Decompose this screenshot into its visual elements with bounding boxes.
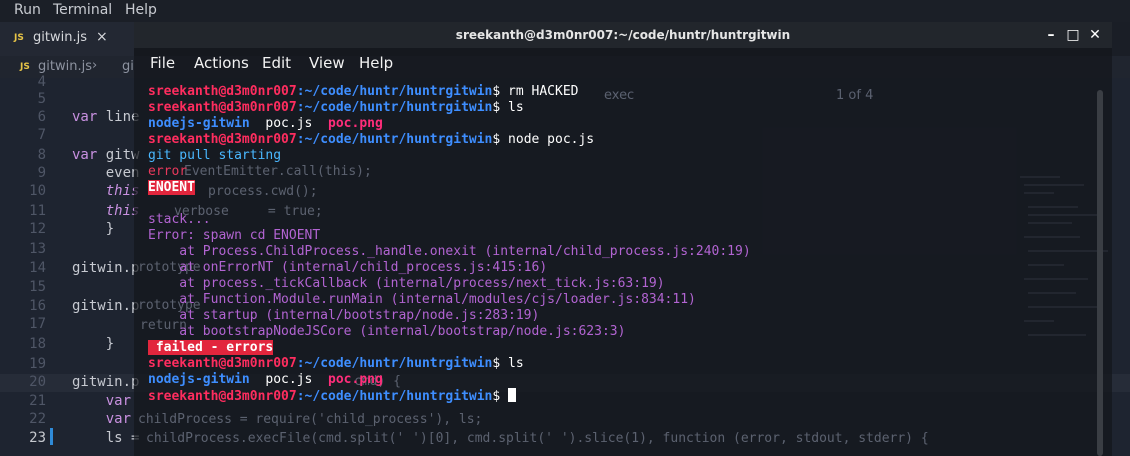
terminal-line: sreekanth@d3m0nr007:~/code/huntr/huntrgi… [148,100,524,115]
tab-gitwin-js[interactable]: JS gitwin.js × [0,22,134,56]
failed-badge: failed - errors [148,340,274,355]
terminal-window[interactable]: sreekanth@d3m0nr007:~/code/huntr/huntrgi… [134,22,1112,456]
code-line: } [72,336,115,352]
code-line: this [72,183,140,199]
terminal-line: error [148,164,188,179]
code-line: var gitw [72,147,140,163]
code-line: gitwin.p [72,298,140,314]
text-cursor [508,388,517,402]
code-line: this [72,203,140,219]
line-number: 9 [37,165,46,181]
close-icon[interactable]: × [96,29,108,45]
terminal-line: ENOENT [148,180,195,196]
menu-help[interactable]: Help [359,54,393,72]
line-number: 17 [29,316,46,332]
tab-label: gitwin.js [33,30,87,45]
menu-file[interactable]: File [150,54,175,72]
terminal-line: at startup (internal/bootstrap/node.js:2… [148,308,540,323]
code-line: ls = [72,430,140,446]
menu-terminal[interactable]: Terminal [53,0,112,20]
terminal-line: at process._tickCallback (internal/proce… [148,276,665,291]
menu-edit[interactable]: Edit [262,54,291,72]
terminal-prompt[interactable]: sreekanth@d3m0nr007:~/code/huntr/huntrgi… [148,388,517,404]
line-number: 11 [29,203,46,219]
code-line: } [72,221,115,237]
maximize-window-icon[interactable]: □ [1064,22,1082,48]
line-number: 22 [29,411,46,427]
menu-help[interactable]: Help [125,0,157,20]
line-number: 15 [29,279,46,295]
js-file-icon: JS [20,62,30,72]
terminal-line: sreekanth@d3m0nr007:~/code/huntr/huntrgi… [148,356,524,371]
terminal-line: at Function.Module.runMain (internal/mod… [148,292,696,307]
terminal-line: at Process.ChildProcess._handle.onexit (… [148,244,751,259]
code-line: gitwin.p [72,260,140,276]
breadcrumb-symbol[interactable]: gi [122,59,134,74]
vscode-menubar: Run Terminal Help [0,0,1130,22]
error-badge: ENOENT [148,180,195,195]
minimize-window-icon[interactable]: – [1042,22,1060,48]
menu-actions[interactable]: Actions [194,54,249,72]
line-number: 23 [29,430,46,446]
code-line: gitwin.p [72,374,140,390]
code-line: var [72,411,132,427]
terminal-line: at onErrorNT (internal/child_process.js:… [148,260,548,275]
terminal-line: nodejs-gitwin poc.js poc.png [148,116,383,131]
breadcrumb-file[interactable]: gitwin.js [38,59,92,74]
code-line: var [72,393,132,409]
line-number: 12 [29,221,46,237]
window-title: sreekanth@d3m0nr007:~/code/huntr/huntrgi… [455,28,791,42]
line-number: 19 [29,356,46,372]
modified-line-indicator [50,428,53,445]
line-number: 21 [29,393,46,409]
terminal-title-bar[interactable]: sreekanth@d3m0nr007:~/code/huntr/huntrgi… [134,22,1112,48]
line-number: 6 [37,109,46,125]
terminal-line: stack... [148,212,211,227]
close-window-icon[interactable]: ✕ [1086,22,1104,48]
code-line: even [72,165,140,181]
line-number: 4 [37,74,46,90]
line-number: 16 [29,298,46,314]
terminal-line: failed - errors [148,340,274,356]
line-number: 5 [37,91,46,107]
terminal-line: nodejs-gitwin poc.js poc.png [148,372,383,387]
terminal-line: sreekanth@d3m0nr007:~/code/huntr/huntrgi… [148,132,595,147]
line-number: 13 [29,241,46,257]
terminal-line: git pull starting [148,148,282,163]
line-number: 18 [29,336,46,352]
line-number: 8 [37,147,46,163]
line-number: 14 [29,260,46,276]
terminal-line: at bootstrapNodeJSCore (internal/bootstr… [148,324,626,339]
menu-view[interactable]: View [309,54,345,72]
js-file-icon: JS [14,33,24,43]
line-number: 7 [37,127,46,143]
line-number: 10 [29,183,46,199]
code-line: var line [72,109,140,125]
terminal-line: Error: spawn cd ENOENT [148,228,321,243]
terminal-menubar: File Actions Edit View Help [134,48,1112,78]
menu-run[interactable]: Run [14,0,41,20]
terminal-line: sreekanth@d3m0nr007:~/code/huntr/huntrgi… [148,84,579,99]
terminal-scrollbar[interactable] [1097,90,1103,456]
terminal-output[interactable]: sreekanth@d3m0nr007:~/code/huntr/huntrgi… [148,80,1088,450]
breadcrumb-separator: › [92,58,98,73]
line-number: 20 [29,374,46,390]
